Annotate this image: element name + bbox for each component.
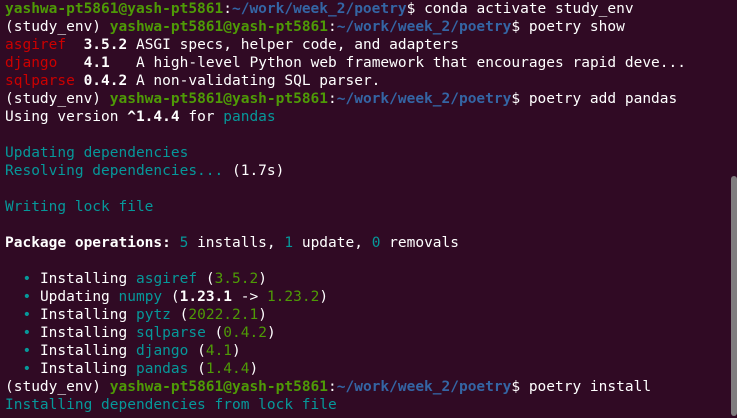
package-description: ASGI specs, helper code, and adapters <box>135 37 459 53</box>
package-version: 3.5.2 <box>83 37 128 53</box>
bullet-icon: • <box>22 307 32 323</box>
bullet-icon: • <box>22 343 32 359</box>
package-row-asgiref: asgiref 3.5.2 ASGI specs, helper code, a… <box>5 36 737 54</box>
bullet-icon: • <box>22 361 32 377</box>
package-name: asgiref <box>5 37 67 53</box>
package-description: A non-validating SQL parser. <box>135 73 381 89</box>
package-version: 4.1 <box>83 55 110 71</box>
package-row-sqlparse: sqlparse 0.4.2 A non-validating SQL pars… <box>5 72 737 90</box>
terminal-line-2: (study_env) yashwa-pt5861@yash-pt5861:~/… <box>5 19 625 35</box>
operation-row: • Installing django (4.1) <box>22 343 241 359</box>
package-version: 0.4.2 <box>83 73 128 89</box>
operation-row: • Installing asgiref (3.5.2) <box>22 271 267 287</box>
terminal-line-6: (study_env) yashwa-pt5861@yash-pt5861:~/… <box>5 91 678 107</box>
command-text: poetry show <box>528 19 625 35</box>
writing-lock-file-line: Writing lock file <box>5 199 154 215</box>
command-text: conda activate study_env <box>424 1 634 17</box>
updating-dependencies-line: Updating dependencies <box>5 145 189 161</box>
command-text: poetry install <box>528 379 652 395</box>
terminal-line-22: (study_env) yashwa-pt5861@yash-pt5861:~/… <box>5 379 652 395</box>
prompt-user-host: yashwa-pt5861@yash-pt5861 <box>5 1 224 17</box>
operation-row: • Installing sqlparse (0.4.2) <box>22 325 276 341</box>
using-version-line: Using version ^1.4.4 for pandas <box>5 109 276 125</box>
bullet-icon: • <box>22 289 32 305</box>
installing-dependencies-line: Installing dependencies from lock file <box>5 397 337 413</box>
package-operations-line: Package operations: 5 installs, 1 update… <box>5 235 459 251</box>
scrollbar-thumb[interactable] <box>731 176 737 416</box>
resolving-dependencies-line: Resolving dependencies... (1.7s) <box>5 163 285 179</box>
package-description: A high-level Python web framework that e… <box>136 55 686 71</box>
operation-row: • Updating numpy (1.23.1 -> 1.23.2) <box>22 289 329 305</box>
operation-row: • Installing pytz (2022.2.1) <box>22 307 267 323</box>
package-name: sqlparse <box>5 73 75 89</box>
prompt-path: ~/work/week_2/poetry <box>231 1 407 17</box>
prompt-env: (study_env) <box>5 19 110 35</box>
bullet-icon: • <box>22 271 32 287</box>
package-row-django: django 4.1 A high-level Python web frame… <box>5 54 737 72</box>
package-name: django <box>5 55 58 71</box>
terminal-window[interactable]: yashwa-pt5861@yash-pt5861:~/work/week_2/… <box>0 0 737 418</box>
command-text: poetry add pandas <box>528 91 678 107</box>
bullet-icon: • <box>22 325 32 341</box>
operation-row: • Installing pandas (1.4.4) <box>22 361 259 377</box>
terminal-line-1: yashwa-pt5861@yash-pt5861:~/work/week_2/… <box>5 1 634 17</box>
